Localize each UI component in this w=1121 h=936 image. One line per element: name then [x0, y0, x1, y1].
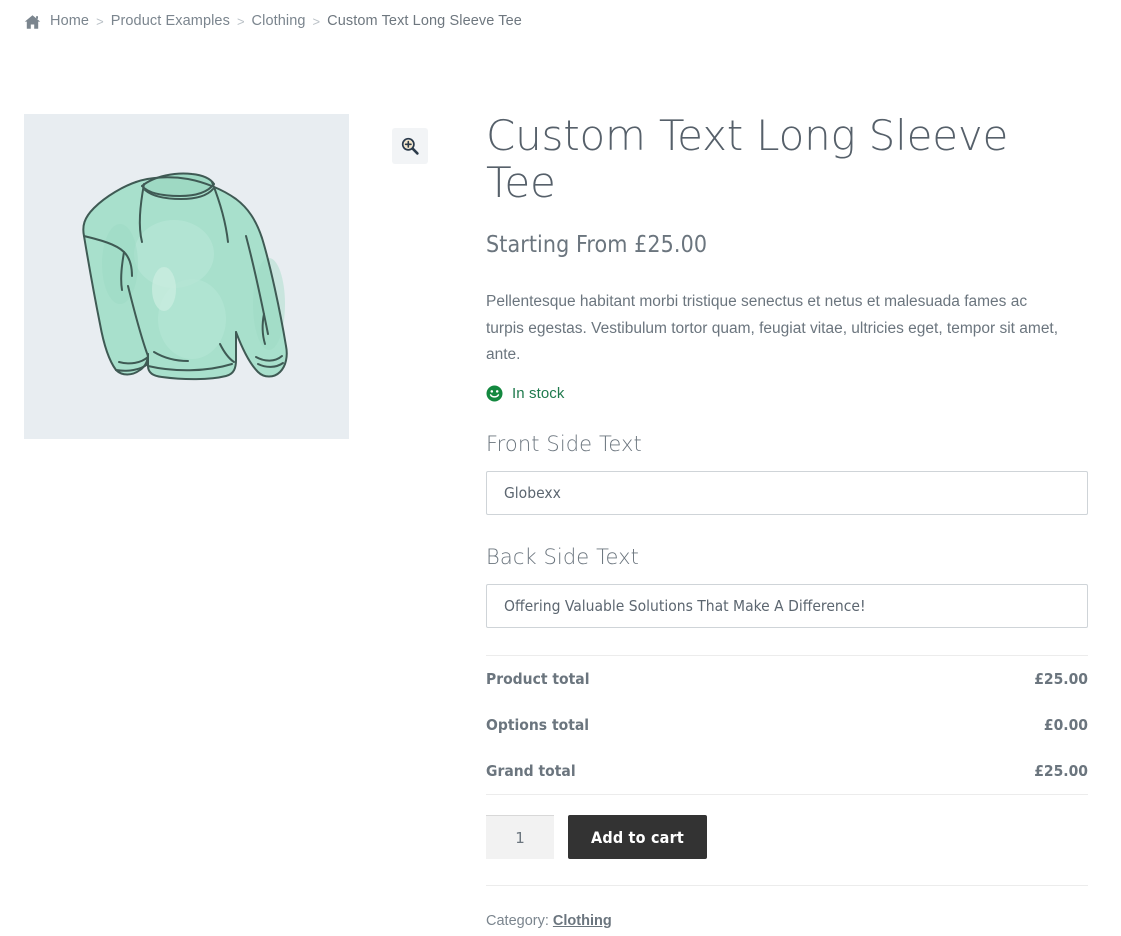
breadcrumb-item-current: Custom Text Long Sleeve Tee: [327, 13, 522, 29]
stock-status-label: In stock: [512, 385, 565, 403]
breadcrumb-item-clothing[interactable]: Clothing: [252, 13, 306, 29]
divider: [486, 885, 1088, 887]
options-total-label: Options total: [486, 716, 590, 735]
product-summary: Custom Text Long Sleeve Tee Starting Fro…: [486, 112, 1088, 929]
product-description: Pellentesque habitant morbi tristique se…: [486, 293, 1059, 364]
product-total-label: Product total: [486, 670, 590, 689]
add-to-cart-button[interactable]: Add to cart: [568, 815, 707, 860]
breadcrumb-separator: >: [96, 13, 104, 29]
breadcrumb-item-home[interactable]: Home: [50, 13, 89, 29]
category-label: Category:: [486, 913, 549, 930]
divider: [486, 794, 1088, 796]
product-price: Starting From £25.00: [486, 232, 708, 259]
zoom-image-button[interactable]: [392, 128, 428, 164]
total-row-product: Product total £25.00: [486, 656, 1088, 702]
status-badge: In stock: [486, 385, 1088, 402]
zoom-in-magnifier-icon: [401, 137, 419, 155]
front-side-text-input[interactable]: [486, 471, 1088, 516]
breadcrumb-separator: >: [236, 13, 245, 29]
totals-section: Product total £25.00 Options total £0.00…: [486, 655, 1088, 796]
smiley-face-icon: [486, 385, 503, 402]
product-meta: Category: Clothing: [486, 913, 1088, 929]
back-side-text-input[interactable]: [486, 584, 1088, 629]
breadcrumb: Home > Product Examples > Clothing > Cus…: [24, 13, 522, 29]
back-side-text-field-group: Back Side Text: [486, 545, 1088, 629]
options-total-value: £0.00: [1043, 716, 1088, 735]
product-image[interactable]: [24, 114, 349, 439]
back-side-text-label: Back Side Text: [486, 545, 639, 570]
total-row-options: Options total £0.00: [486, 702, 1088, 748]
quantity-stepper[interactable]: [486, 815, 554, 860]
add-to-cart-form: Add to cart: [486, 815, 1088, 860]
page-title: Custom Text Long Sleeve Tee: [486, 111, 1009, 208]
home-icon[interactable]: [24, 14, 41, 30]
category-link[interactable]: Clothing: [553, 913, 612, 929]
front-side-text-field-group: Front Side Text: [486, 432, 1088, 516]
grand-total-value: £25.00: [1034, 762, 1088, 781]
breadcrumb-separator: >: [312, 13, 321, 29]
front-side-text-label: Front Side Text: [486, 432, 642, 457]
breadcrumb-item-product-examples[interactable]: Product Examples: [111, 13, 230, 29]
total-row-grand: Grand total £25.00: [486, 748, 1088, 794]
grand-total-label: Grand total: [486, 762, 576, 781]
product-total-value: £25.00: [1034, 670, 1088, 689]
